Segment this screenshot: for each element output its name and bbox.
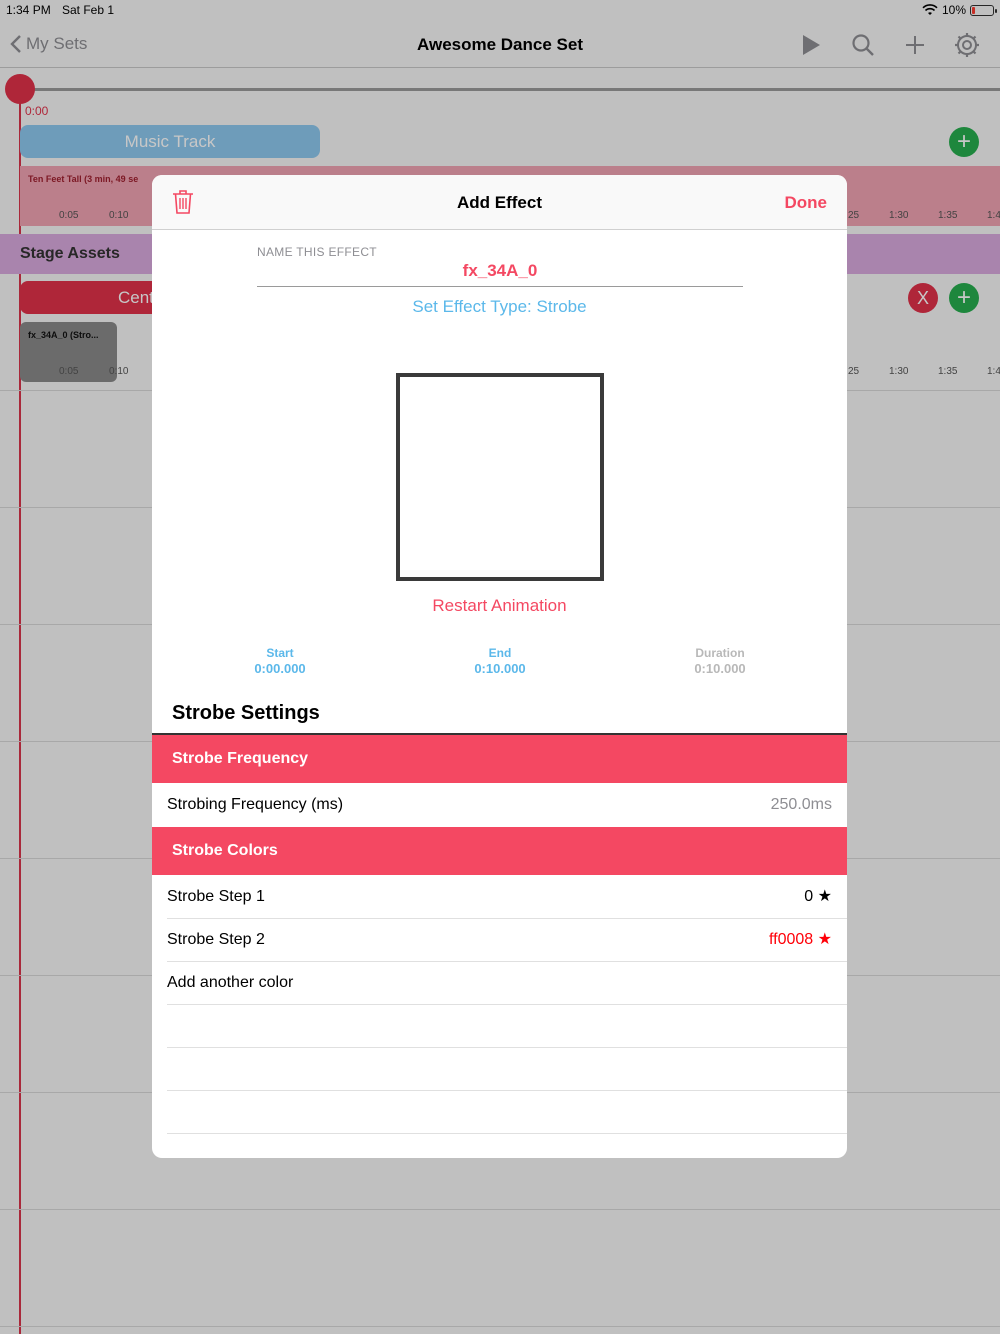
step-label: Strobe Step 2 [167,931,265,948]
restart-animation-button[interactable]: Restart Animation [152,596,847,616]
frequency-label: Strobing Frequency (ms) [167,796,344,813]
strobe-frequency-header: Strobe Frequency [152,735,847,783]
step-value: ff0008 ★ [769,918,832,961]
modal-header: Add Effect Done [152,175,847,230]
start-value: 0:00.000 [254,661,306,676]
step-label: Strobe Step 1 [167,888,265,905]
duration-label: Duration [695,646,745,660]
add-effect-modal: Add Effect Done NAME THIS EFFECT fx_34A_… [152,175,847,1158]
effect-name-caption: NAME THIS EFFECT [257,245,377,259]
star-icon: ★ [817,888,832,905]
strobe-colors-header: Strobe Colors [152,827,847,875]
effect-name-field[interactable]: fx_34A_0 [257,261,743,287]
set-effect-type-button[interactable]: Set Effect Type: Strobe [152,297,847,317]
start-time[interactable]: Start 0:00.000 [200,646,360,676]
duration-value: 0:10.000 [694,661,746,676]
step-color-value: ff0008 [769,931,814,948]
end-value: 0:10.000 [474,661,526,676]
section-title: Strobe Settings [172,702,320,724]
done-button[interactable]: Done [785,193,828,213]
duration-time: Duration 0:10.000 [640,646,800,676]
step-value: 0 ★ [804,875,832,918]
modal-title: Add Effect [457,193,542,212]
strobe-step-row[interactable]: Strobe Step 2 ff0008 ★ [152,918,847,961]
divider [167,1004,847,1005]
strobing-frequency-row[interactable]: Strobing Frequency (ms) 250.0ms [152,783,847,826]
step-color-value: 0 [804,888,814,905]
end-label: End [488,646,512,660]
divider [167,1047,847,1048]
star-icon: ★ [817,931,832,948]
divider [167,1090,847,1091]
effect-preview [396,373,604,581]
frequency-value: 250.0ms [770,796,832,813]
end-time[interactable]: End 0:10.000 [420,646,580,676]
start-label: Start [266,646,294,660]
divider [167,1133,847,1134]
add-color-row[interactable]: Add another color [152,961,847,1004]
strobe-step-row[interactable]: Strobe Step 1 0 ★ [152,875,847,918]
add-color-label: Add another color [167,974,294,991]
